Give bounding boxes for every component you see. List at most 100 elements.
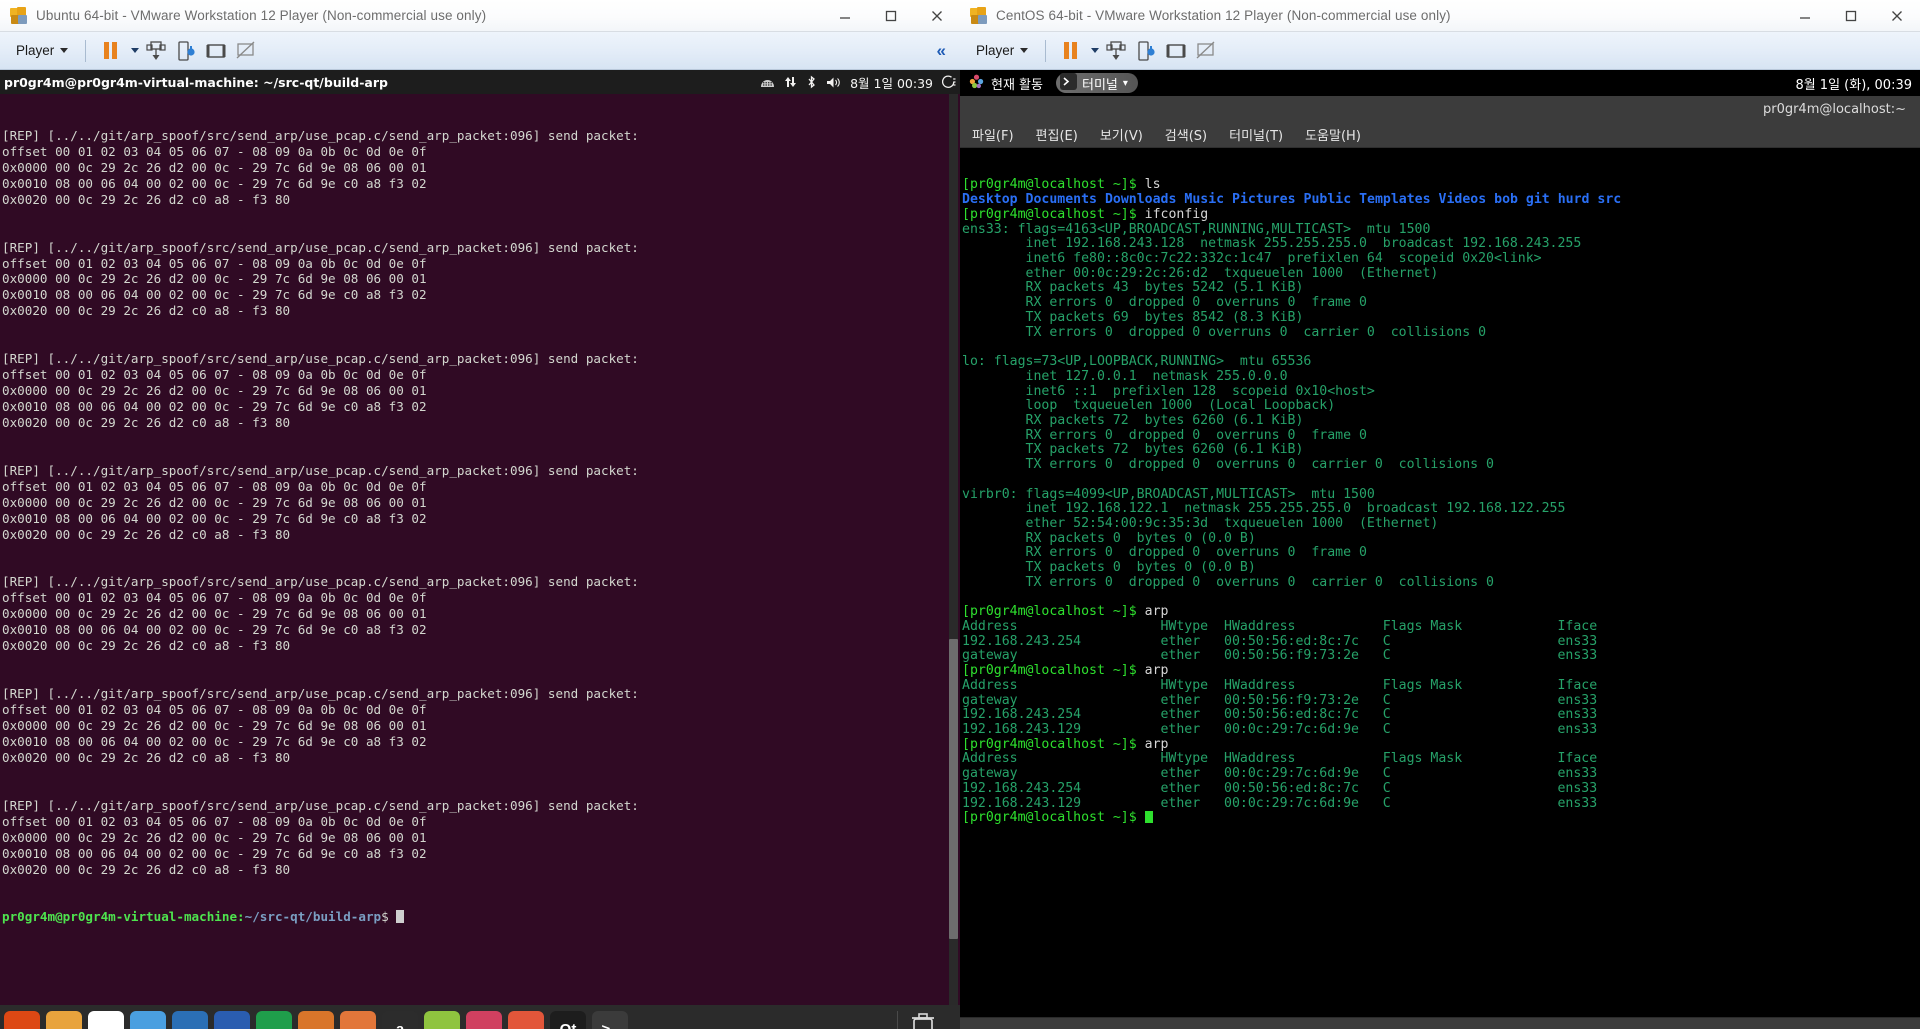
vmware-icon	[10, 6, 28, 25]
no-display-icon[interactable]	[1191, 36, 1221, 66]
ubuntu-panel-clock[interactable]: 8월 1일 00:39	[850, 73, 933, 92]
fullscreen-icon[interactable]	[201, 36, 231, 66]
terminal-line: 0x0000 00 0c 29 2c 26 d2 00 0c - 29 7c 6…	[2, 159, 427, 175]
thunderbird-icon[interactable]	[172, 1011, 208, 1029]
send-ctrl-alt-del-icon[interactable]	[141, 36, 171, 66]
terminal-line: TX packets 0 bytes 0 (0.0 B)	[962, 560, 1256, 576]
menu-item-view[interactable]: 보기(V)	[1100, 125, 1143, 144]
close-button[interactable]	[914, 0, 960, 32]
bluetooth-icon[interactable]	[806, 75, 817, 89]
centos-terminal-window-title: pr0gr4m@localhost:~	[960, 96, 1920, 122]
app-menu-button[interactable]: 터미널 ▾	[1055, 72, 1138, 94]
ls-entry: Documents	[1025, 192, 1097, 208]
send-ctrl-alt-del-icon[interactable]	[1101, 36, 1131, 66]
usb-device-icon[interactable]	[171, 36, 201, 66]
terminal-app-icon	[1059, 72, 1077, 94]
fullscreen-icon[interactable]	[1161, 36, 1191, 66]
chevron-down-icon[interactable]	[1085, 36, 1101, 66]
system-settings-icon[interactable]	[424, 1011, 460, 1029]
gnome-logo-icon	[969, 74, 984, 93]
close-button[interactable]	[1874, 0, 1920, 32]
terminal-scrollbar[interactable]	[949, 94, 958, 1005]
terminal-line: 192.168.243.129 ether 00:0c:29:7c:6d:9e …	[962, 722, 1598, 738]
files-icon[interactable]	[46, 1011, 82, 1029]
terminal-line: 0x0000 00 0c 29 2c 26 d2 00 0c - 29 7c 6…	[2, 829, 427, 845]
usb-device-icon[interactable]	[1131, 36, 1161, 66]
ubuntu-panel-window-title: pr0gr4m@pr0gr4m-virtual-machine: ~/src-q…	[4, 74, 388, 90]
player-menu-button[interactable]: Player	[10, 40, 76, 61]
menu-item-search[interactable]: 검색(S)	[1165, 125, 1207, 144]
gnome-panel-right: 8월 1일 (화), 00:39	[1795, 74, 1912, 93]
terminal-line: 0x0000 00 0c 29 2c 26 d2 00 0c - 29 7c 6…	[2, 383, 427, 399]
libreoffice-writer-icon[interactable]	[214, 1011, 250, 1029]
terminal-line: RX packets 43 bytes 5242 (5.1 KiB)	[962, 280, 1304, 296]
ubuntu-dash-icon[interactable]	[4, 1011, 40, 1029]
ls-entry: Desktop	[962, 192, 1018, 208]
ls-entry: Pictures	[1232, 192, 1296, 208]
ls-entry: Downloads	[1104, 192, 1177, 208]
terminal-scrollbar-thumb[interactable]	[949, 639, 958, 939]
terminal-icon[interactable]: >_	[592, 1011, 628, 1029]
power-icon[interactable]	[942, 75, 956, 89]
terminal-prompt: [pr0gr4m@localhost ~]$	[962, 663, 1145, 679]
network-icon[interactable]	[784, 75, 797, 89]
minimize-button[interactable]	[1782, 0, 1828, 32]
keyboard-icon[interactable]	[760, 76, 775, 89]
terminal-line: TX packets 72 bytes 6260 (6.1 KiB)	[962, 442, 1304, 458]
menu-item-edit[interactable]: 편집(E)	[1036, 125, 1078, 144]
terminal-line: inet 127.0.0.1 netmask 255.0.0.0	[962, 368, 1288, 384]
terminal-line: TX packets 69 bytes 8542 (8.3 KiB)	[962, 309, 1304, 325]
player-menu-button[interactable]: Player	[970, 40, 1036, 61]
menu-item-terminal[interactable]: 터미널(T)	[1229, 125, 1283, 144]
terminal-line: 0x0020 00 0c 29 2c 26 d2 c0 a8 - f3 80	[2, 861, 291, 877]
collapse-toolbar-button[interactable]: «	[937, 32, 946, 70]
firefox-dev-icon[interactable]	[508, 1011, 544, 1029]
menu-item-file[interactable]: 파일(F)	[972, 125, 1014, 144]
terminal-line: 0x0020 00 0c 29 2c 26 d2 c0 a8 - f3 80	[2, 415, 291, 430]
minimize-button[interactable]	[822, 0, 868, 32]
trash-icon[interactable]	[908, 1011, 938, 1029]
ubuntu-terminal[interactable]: [REP] [../../git/arp_spoof/src/send_arp/…	[0, 94, 960, 1005]
maximize-button[interactable]	[1828, 0, 1874, 32]
help-icon[interactable]	[466, 1011, 502, 1029]
terminal-line: 0x0010 08 00 06 04 00 02 00 0c - 29 7c 6…	[2, 845, 427, 861]
terminal-command: arp	[1144, 663, 1169, 679]
ls-entry: bob	[1494, 192, 1518, 208]
vmware-icon	[970, 6, 988, 25]
terminal-line: [REP] [../../git/arp_spoof/src/send_arp/…	[2, 462, 639, 478]
terminal-line: inet6 fe80::8c0c:7c22:332c:1c47 prefixle…	[962, 251, 1542, 267]
chromium-icon[interactable]	[130, 1011, 166, 1029]
maximize-button[interactable]	[868, 0, 914, 32]
terminal-prompt-path: ~/src-qt/build-arp	[244, 909, 382, 925]
terminal-line: 0x0010 08 00 06 04 00 02 00 0c - 29 7c 6…	[2, 622, 427, 638]
terminal-prompt-line: [pr0gr4m@localhost ~]$ arp	[962, 604, 1920, 620]
no-display-icon[interactable]	[231, 36, 261, 66]
ubuntu-vm-toolbar: Player «	[0, 32, 960, 70]
pause-icon[interactable]	[1055, 36, 1085, 66]
libreoffice-impress-icon[interactable]	[298, 1011, 334, 1029]
terminal-line: 0x0020 00 0c 29 2c 26 d2 c0 a8 - f3 80	[2, 638, 291, 654]
menu-item-help[interactable]: 도움말(H)	[1305, 125, 1361, 144]
terminal-prompt-line: [pr0gr4m@localhost ~]$ arp	[962, 663, 1920, 679]
dock-item-label: >_	[601, 1020, 619, 1029]
volume-icon[interactable]	[826, 76, 841, 89]
qt-creator-icon[interactable]: Qt	[550, 1011, 586, 1029]
activities-button[interactable]: 현재 활동	[960, 70, 1052, 96]
amazon-icon[interactable]: a	[382, 1011, 418, 1029]
centos-window-title: CentOS 64-bit - VMware Workstation 12 Pl…	[996, 8, 1451, 23]
gnome-panel-clock[interactable]: 8월 1일 (화), 00:39	[1795, 74, 1912, 93]
terminal-line: ether 52:54:00:9c:35:3d txqueuelen 1000 …	[962, 515, 1439, 531]
chevron-down-icon[interactable]	[125, 36, 141, 66]
terminal-prompt-line: [pr0gr4m@localhost ~]$ ls	[962, 178, 1920, 193]
pause-icon[interactable]	[95, 36, 125, 66]
google-chrome-icon[interactable]	[88, 1011, 124, 1029]
libreoffice-calc-icon[interactable]	[256, 1011, 292, 1029]
ls-entry: git	[1525, 192, 1550, 208]
software-center-icon[interactable]	[340, 1011, 376, 1029]
centos-terminal[interactable]: [pr0gr4m@localhost ~]$ ls Desktop Documen…	[960, 148, 1920, 1029]
